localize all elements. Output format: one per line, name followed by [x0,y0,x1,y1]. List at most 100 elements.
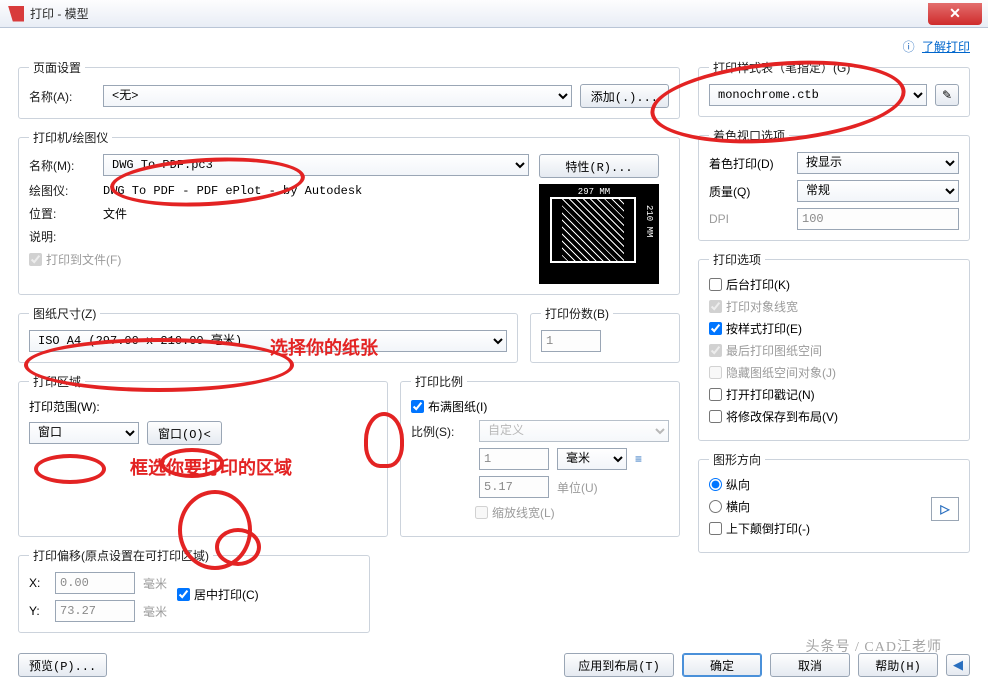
scale-drawing-label: 单位(U) [557,479,598,496]
scale-lw-label: 缩放线宽(L) [492,504,555,521]
plot-offset-legend: 打印偏移(原点设置在可打印区域) [29,547,213,564]
app-icon [8,6,24,22]
fit-to-paper-label: 布满图纸(I) [428,398,487,415]
fit-to-paper-checkbox[interactable] [411,400,424,413]
plot-area-legend: 打印区域 [29,373,85,390]
plot-scale-legend: 打印比例 [411,373,467,390]
options-legend: 打印选项 [709,251,765,268]
window-pick-button[interactable]: 窗口(O)< [147,421,222,445]
info-icon: ⓘ [903,40,915,54]
printer-name-select[interactable]: DWG To PDF.pc3 [103,154,529,176]
cancel-button[interactable]: 取消 [770,653,850,677]
plot-offset-group: 打印偏移(原点设置在可打印区域) X: 毫米 Y: 毫米 [18,547,370,633]
plot-what-label: 打印范围(W): [29,398,100,415]
opt-stamp-checkbox[interactable] [709,388,722,401]
window-title: 打印 - 模型 [30,5,928,22]
opt-hideps-label: 隐藏图纸空间对象(J) [726,364,836,381]
ok-button[interactable]: 确定 [682,653,762,677]
center-plot-label: 居中打印(C) [194,586,259,603]
landscape-radio[interactable] [709,500,722,513]
x-unit: 毫米 [143,575,167,592]
copies-input [541,330,601,352]
plot-to-file-checkbox [29,253,42,266]
y-unit: 毫米 [143,603,167,620]
shade-label: 着色打印(D) [709,155,789,172]
plot-options-group: 打印选项 后台打印(K) 打印对象线宽 按样式打印(E) 最后打印图纸空间 隐藏… [698,251,970,441]
help-button[interactable]: 帮助(H) [858,653,938,677]
printer-legend: 打印机/绘图仪 [29,129,112,146]
learn-link[interactable]: 了解打印 [922,40,970,54]
scale-label: 比例(S): [411,423,471,440]
y-input [55,600,135,622]
plot-style-edit-button[interactable]: ✎ [935,84,959,106]
x-input [55,572,135,594]
plot-style-group: 打印样式表（笔指定）(G) monochrome.ctb ✎ [698,59,970,117]
opt-lw-label: 打印对象线宽 [726,298,798,315]
location-value: 文件 [103,205,127,222]
preview-button[interactable]: 预览(P)... [18,653,107,677]
quality-label: 质量(Q) [709,183,789,200]
printer-name-label: 名称(M): [29,157,95,174]
opt-save-checkbox[interactable] [709,410,722,423]
opt-styles-checkbox[interactable] [709,322,722,335]
quality-select[interactable]: 常规 [797,180,959,202]
page-setup-legend: 页面设置 [29,59,85,76]
paper-size-legend: 图纸尺寸(Z) [29,305,100,322]
shaded-legend: 着色视口选项 [709,127,789,144]
page-name-select[interactable]: <无> [103,85,572,107]
x-label: X: [29,576,47,590]
plot-what-select[interactable]: 窗口 [29,422,139,444]
shaded-viewport-group: 着色视口选项 着色打印(D) 按显示 质量(Q) 常规 DPI [698,127,970,241]
copies-group: 打印份数(B) [530,305,680,363]
opt-styles-label: 按样式打印(E) [726,320,802,337]
desc-label: 说明: [29,228,95,245]
page-setup-group: 页面设置 名称(A): <无> 添加(.)... [18,59,680,119]
plot-scale-group: 打印比例 布满图纸(I) 比例(S): 自定义 毫米 [400,373,680,537]
scale-select: 自定义 [479,420,669,442]
paper-preview: 297 MM 210 MM [539,184,659,284]
title-bar: 打印 - 模型 ✕ [0,0,988,28]
shade-select[interactable]: 按显示 [797,152,959,174]
plot-style-select[interactable]: monochrome.ctb [709,84,927,106]
portrait-label: 纵向 [726,476,750,493]
printer-props-button[interactable]: 特性(R)... [539,154,659,178]
plotter-label: 绘图仪: [29,182,95,199]
dpi-input [797,208,959,230]
scale-lw-checkbox [475,506,488,519]
location-label: 位置: [29,205,95,222]
opt-save-label: 将修改保存到布局(V) [726,408,838,425]
equals-icon: ≡ [635,452,642,466]
printer-group: 打印机/绘图仪 名称(M): DWG To PDF.pc3 绘图仪: DWG T… [18,129,680,295]
opt-bg-label: 后台打印(K) [726,276,790,293]
opt-hideps-checkbox [709,366,722,379]
opt-pslast-label: 最后打印图纸空间 [726,342,822,359]
opt-lw-checkbox [709,300,722,313]
plot-area-group: 打印区域 打印范围(W): 窗口 窗口(O)< [18,373,388,537]
close-button[interactable]: ✕ [928,3,982,25]
opt-stamp-label: 打开打印戳记(N) [726,386,815,403]
plot-to-file-label: 打印到文件(F) [46,251,121,268]
plot-style-legend: 打印样式表（笔指定）(G) [709,59,854,76]
scale-drawing-input [479,476,549,498]
page-name-label: 名称(A): [29,88,95,105]
dpi-label: DPI [709,212,789,226]
center-plot-checkbox[interactable] [177,588,190,601]
paper-size-select[interactable]: ISO A4 (297.00 x 210.00 毫米) [29,330,507,352]
orientation-legend: 图形方向 [709,451,765,468]
plotter-value: DWG To PDF - PDF ePlot - by Autodesk [103,184,362,198]
scale-unit-select[interactable]: 毫米 [557,448,627,470]
apply-layout-button[interactable]: 应用到布局(T) [564,653,674,677]
collapse-button[interactable]: ◀ [946,654,970,676]
y-label: Y: [29,604,47,618]
upside-label: 上下颠倒打印(-) [726,520,810,537]
add-page-setup-button[interactable]: 添加(.)... [580,84,669,108]
upside-checkbox[interactable] [709,522,722,535]
scale-unit-input [479,448,549,470]
orientation-group: 图形方向 纵向 横向 上下颠倒打印(-) ▷ [698,451,970,553]
opt-bg-checkbox[interactable] [709,278,722,291]
opt-pslast-checkbox [709,344,722,357]
pencil-icon: ✎ [942,88,952,102]
portrait-radio[interactable] [709,478,722,491]
orientation-icon: ▷ [931,497,959,521]
paper-size-group: 图纸尺寸(Z) ISO A4 (297.00 x 210.00 毫米) [18,305,518,363]
